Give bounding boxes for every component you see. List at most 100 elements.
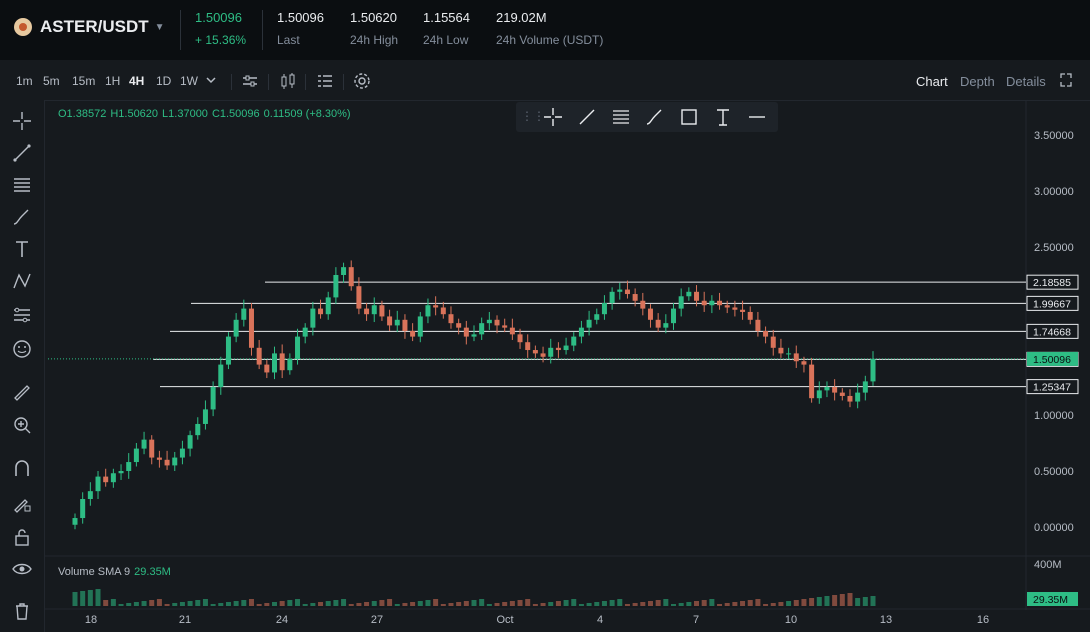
volume-bar bbox=[502, 602, 508, 606]
chevron-down-icon[interactable] bbox=[204, 73, 224, 93]
brush-icon[interactable] bbox=[11, 206, 33, 228]
x-tick-label: 27 bbox=[371, 614, 383, 626]
stat-24h-volume: 219.02M 24h Volume (USDT) bbox=[496, 10, 603, 47]
candle-body bbox=[717, 300, 723, 306]
trend-line-icon[interactable] bbox=[11, 142, 33, 164]
candle-body bbox=[310, 308, 316, 328]
horizontal-line-icon[interactable] bbox=[746, 106, 768, 128]
candle-body bbox=[387, 316, 393, 326]
candle-body bbox=[149, 439, 155, 458]
eye-icon[interactable] bbox=[11, 558, 33, 580]
gear-icon[interactable] bbox=[352, 71, 372, 91]
chart-toolbar: 1m 5m 15m 1H 4H 1D 1W Chart Depth Detail… bbox=[0, 62, 1090, 101]
pattern-icon[interactable] bbox=[11, 270, 33, 292]
candle-body bbox=[740, 309, 746, 312]
stat-label: 24h Volume (USDT) bbox=[496, 33, 604, 47]
volume-bar bbox=[801, 599, 807, 606]
volume-bar bbox=[318, 602, 324, 606]
stat-label: 24h Low bbox=[423, 33, 469, 47]
text-tool-icon[interactable] bbox=[712, 106, 734, 128]
candle-body bbox=[364, 308, 370, 315]
volume-bar bbox=[80, 591, 86, 606]
candle-body bbox=[494, 319, 500, 326]
candle-body bbox=[732, 307, 738, 310]
volume-bar bbox=[609, 600, 615, 606]
volume-bar bbox=[862, 597, 868, 606]
ohlc-close: C1.50096 bbox=[211, 108, 260, 120]
candle-body bbox=[425, 305, 431, 317]
volume-bar bbox=[179, 602, 185, 606]
x-tick-label: 18 bbox=[85, 614, 97, 626]
x-tick-label: 13 bbox=[880, 614, 892, 626]
pencil-lock-icon[interactable] bbox=[11, 492, 33, 514]
candle-body bbox=[417, 316, 423, 337]
candle-body bbox=[763, 331, 769, 337]
caret-down-icon: ▼ bbox=[154, 21, 165, 33]
emoji-icon[interactable] bbox=[11, 338, 33, 360]
candle-body bbox=[724, 305, 730, 308]
timeframe-1d[interactable]: 1D bbox=[156, 74, 171, 88]
text-tool-icon[interactable] bbox=[11, 238, 33, 260]
pair-selector[interactable]: ASTER/USDT ▼ bbox=[14, 17, 165, 37]
indicators-icon[interactable] bbox=[315, 71, 335, 91]
rectangle-icon[interactable] bbox=[678, 106, 700, 128]
volume-bar bbox=[425, 600, 431, 606]
timeframe-1w[interactable]: 1W bbox=[180, 74, 198, 88]
candle-body bbox=[847, 395, 853, 402]
volume-bar bbox=[325, 601, 331, 606]
ruler-icon[interactable] bbox=[11, 382, 33, 404]
candle-body bbox=[164, 459, 170, 466]
candle-body bbox=[233, 319, 239, 337]
expand-icon[interactable] bbox=[1058, 71, 1078, 91]
volume-bar bbox=[755, 599, 761, 606]
timeframe-1h[interactable]: 1H bbox=[105, 74, 120, 88]
candle-type-icon[interactable] bbox=[278, 71, 298, 91]
candle-body bbox=[87, 491, 93, 499]
volume-bar bbox=[248, 599, 254, 606]
lock-icon[interactable] bbox=[11, 526, 33, 548]
volume-bar bbox=[264, 603, 270, 606]
crosshair-icon[interactable] bbox=[542, 106, 564, 128]
candle-body bbox=[801, 361, 807, 365]
candle-body bbox=[433, 305, 439, 308]
timeframe-4h[interactable]: 4H bbox=[129, 74, 144, 88]
crosshair-icon[interactable] bbox=[11, 110, 33, 132]
tab-details[interactable]: Details bbox=[1006, 74, 1046, 89]
stat-label: 24h High bbox=[350, 33, 399, 47]
floating-draw-toolbar: ⋮⋮ bbox=[516, 102, 778, 132]
fib-lines-icon[interactable] bbox=[610, 106, 632, 128]
trash-icon[interactable] bbox=[11, 600, 33, 622]
volume-axis-label: 400M bbox=[1034, 559, 1062, 571]
fib-lines-icon[interactable] bbox=[11, 174, 33, 196]
indicator-settings-icon[interactable] bbox=[240, 71, 260, 91]
magnet-icon[interactable] bbox=[11, 458, 33, 480]
tab-depth[interactable]: Depth bbox=[960, 74, 995, 89]
volume-bar bbox=[356, 603, 362, 606]
volume-bar bbox=[287, 600, 293, 606]
volume-bar bbox=[778, 602, 784, 606]
timeframe-5m[interactable]: 5m bbox=[43, 74, 60, 88]
tab-chart[interactable]: Chart bbox=[916, 74, 948, 89]
volume-bar bbox=[364, 602, 370, 606]
pair-name: ASTER/USDT bbox=[40, 17, 149, 36]
trend-line-icon[interactable] bbox=[576, 106, 598, 128]
volume-bar bbox=[440, 604, 446, 606]
volume-bar bbox=[141, 601, 147, 606]
volume-bar bbox=[302, 604, 308, 606]
candle-body bbox=[195, 423, 201, 436]
volume-bar bbox=[694, 601, 700, 606]
volume-bar bbox=[133, 602, 139, 606]
brush-icon[interactable] bbox=[644, 106, 666, 128]
zoom-in-icon[interactable] bbox=[11, 414, 33, 436]
level-price-tag bbox=[1026, 379, 1079, 395]
volume-bar bbox=[555, 601, 561, 606]
timeframe-1m[interactable]: 1m bbox=[16, 74, 33, 88]
volume-bar bbox=[456, 602, 462, 606]
candle-body bbox=[333, 275, 339, 298]
candle-body bbox=[786, 353, 792, 355]
candle-body bbox=[95, 476, 101, 492]
timeframe-15m[interactable]: 15m bbox=[72, 74, 95, 88]
forecast-icon[interactable] bbox=[11, 304, 33, 326]
candle-body bbox=[118, 471, 124, 474]
y-tick-label: 0.00000 bbox=[1034, 522, 1074, 534]
